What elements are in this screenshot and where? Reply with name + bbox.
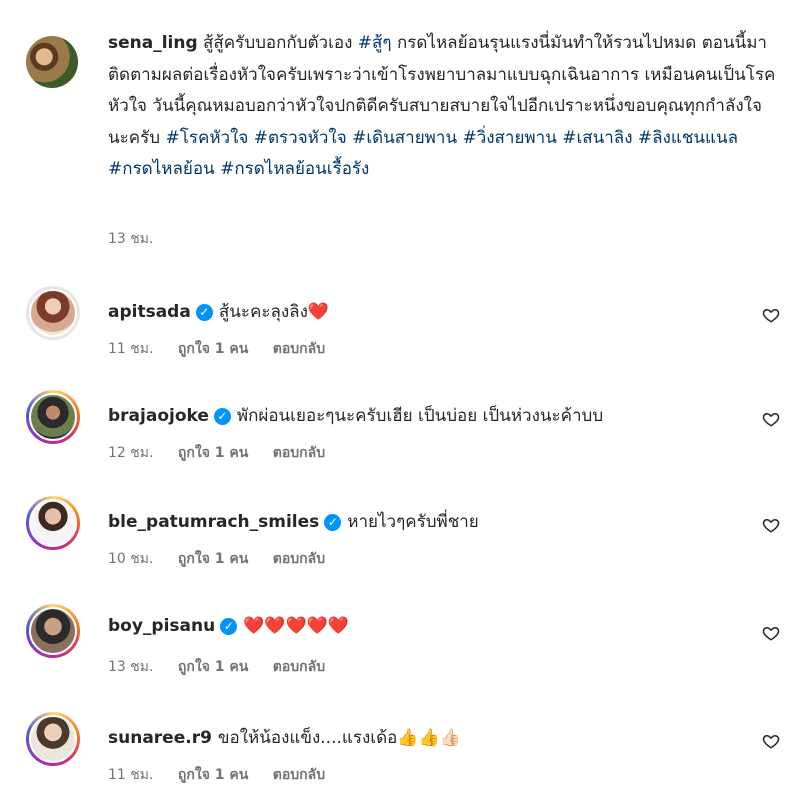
comment-time: 11 ชม. xyxy=(108,341,154,357)
comment-username[interactable]: ble_patumrach_smiles xyxy=(108,512,319,532)
verified-badge-icon: ✓ xyxy=(220,618,238,635)
comment-username[interactable]: sunaree.r9 xyxy=(108,728,212,748)
heart-icon[interactable] xyxy=(762,306,780,324)
avatar[interactable] xyxy=(26,286,80,340)
caption-text: sena_ling สู้สู้ครับบอกกับตัวเอง #สู้ๆ ก… xyxy=(108,28,778,186)
comment-time: 12 ชม. xyxy=(108,445,154,461)
caption-avatar[interactable] xyxy=(26,36,78,88)
avatar[interactable] xyxy=(26,390,80,444)
comment-meta: 11 ชม. ถูกใจ 1 คน ตอบกลับ xyxy=(108,338,345,360)
comment-username[interactable]: apitsada xyxy=(108,302,191,322)
caption-time: 13 ชม. xyxy=(108,231,154,247)
comment-text: ❤️❤️❤️❤️❤️ xyxy=(243,616,350,636)
comment-username[interactable]: boy_pisanu xyxy=(108,616,215,636)
comment-meta: 11 ชม. ถูกใจ 1 คน ตอบกลับ xyxy=(108,764,345,786)
caption-username[interactable]: sena_ling xyxy=(108,33,198,53)
comment-text: สู้นะคะลุงลิง❤️ xyxy=(218,302,330,322)
reply-button[interactable]: ตอบกลับ xyxy=(273,659,325,675)
comment-time: 13 ชม. xyxy=(108,659,154,675)
comment-meta: 12 ชม. ถูกใจ 1 คน ตอบกลับ xyxy=(108,442,345,464)
comment-time: 11 ชม. xyxy=(108,767,154,783)
heart-icon[interactable] xyxy=(762,410,780,428)
comment-line: apitsada ✓ สู้นะคะลุงลิง❤️ xyxy=(108,298,329,325)
heart-icon[interactable] xyxy=(762,732,780,750)
reply-button[interactable]: ตอบกลับ xyxy=(273,551,325,567)
comment-likes[interactable]: ถูกใจ 1 คน xyxy=(178,551,248,567)
comment-line: brajaojoke ✓ พักผ่อนเยอะๆนะครับเฮีย เป็นบ่… xyxy=(108,402,603,429)
comment-text: ขอให้น้องแข็ง....แรงเด้อ👍👍👍🏻 xyxy=(217,728,461,748)
comment-item: apitsada ✓ สู้นะคะลุงลิง❤️ 11 ชม. ถูกใจ 1 … xyxy=(26,286,800,386)
comment-line: boy_pisanu ✓ ❤️❤️❤️❤️❤️ xyxy=(108,616,349,636)
reply-button[interactable]: ตอบกลับ xyxy=(273,767,325,783)
verified-badge-icon: ✓ xyxy=(213,408,231,425)
heart-icon[interactable] xyxy=(762,624,780,642)
comment-likes[interactable]: ถูกใจ 1 คน xyxy=(178,767,248,783)
comment-item: brajaojoke ✓ พักผ่อนเยอะๆนะครับเฮีย เป็นบ่… xyxy=(26,390,800,490)
comment-meta: 10 ชม. ถูกใจ 1 คน ตอบกลับ xyxy=(108,548,345,570)
verified-badge-icon: ✓ xyxy=(324,514,342,531)
comment-username[interactable]: brajaojoke xyxy=(108,406,209,426)
comment-item: boy_pisanu ✓ ❤️❤️❤️❤️❤️ 13 ชม. ถูกใจ 1 คน … xyxy=(26,604,800,704)
comment-item: sunaree.r9 ขอให้น้องแข็ง....แรงเด้อ👍👍👍🏻 1… xyxy=(26,712,800,812)
comment-line: sunaree.r9 ขอให้น้องแข็ง....แรงเด้อ👍👍👍🏻 xyxy=(108,724,461,751)
avatar[interactable] xyxy=(26,604,80,658)
avatar[interactable] xyxy=(26,712,80,766)
comment-likes[interactable]: ถูกใจ 1 คน xyxy=(178,341,248,357)
caption-hashtag-1[interactable]: #สู้ๆ xyxy=(358,33,392,53)
comment-meta: 13 ชม. ถูกใจ 1 คน ตอบกลับ xyxy=(108,656,345,678)
comment-item: ble_patumrach_smiles ✓ หายไวๆครับพี่ชาย 10… xyxy=(26,496,800,596)
caption-hashtags[interactable]: #โรคหัวใจ #ตรวจหัวใจ #เดินสายพาน #วิ่งสา… xyxy=(108,128,738,180)
comment-time: 10 ชม. xyxy=(108,551,154,567)
reply-button[interactable]: ตอบกลับ xyxy=(273,341,325,357)
caption-body-1: สู้สู้ครับบอกกับตัวเอง xyxy=(197,33,358,53)
comment-text: พักผ่อนเยอะๆนะครับเฮีย เป็นบ่อย เป็นห่วง… xyxy=(236,406,604,426)
verified-badge-icon: ✓ xyxy=(195,304,213,321)
reply-button[interactable]: ตอบกลับ xyxy=(273,445,325,461)
comment-line: ble_patumrach_smiles ✓ หายไวๆครับพี่ชาย xyxy=(108,508,479,535)
comment-likes[interactable]: ถูกใจ 1 คน xyxy=(178,445,248,461)
avatar[interactable] xyxy=(26,496,80,550)
heart-icon[interactable] xyxy=(762,516,780,534)
comment-likes[interactable]: ถูกใจ 1 คน xyxy=(178,659,248,675)
comment-text: หายไวๆครับพี่ชาย xyxy=(347,512,479,532)
